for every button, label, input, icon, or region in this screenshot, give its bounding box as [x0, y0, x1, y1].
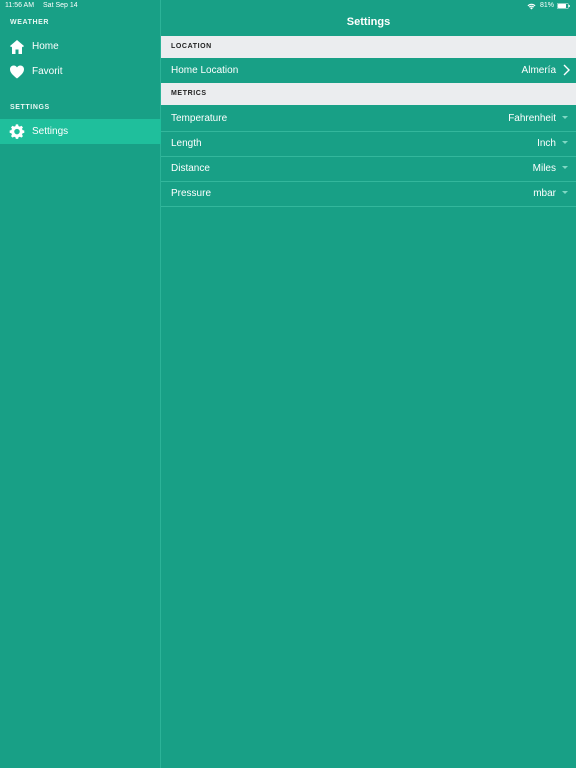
dropdown-caret-icon	[562, 141, 568, 144]
distance-label: Distance	[171, 163, 210, 174]
sidebar-item-label: Settings	[32, 126, 69, 137]
length-row[interactable]: Length Inch	[161, 131, 576, 156]
pressure-row[interactable]: Pressure mbar	[161, 181, 576, 206]
wifi-icon	[527, 3, 536, 9]
location-section-header: LOCATION	[161, 36, 576, 58]
pressure-value: mbar	[533, 188, 556, 199]
page-title: Settings	[346, 16, 391, 28]
sidebar-item-label: Home	[32, 41, 59, 52]
status-time: 11:56 AM	[5, 2, 35, 9]
sidebar-section-weather: WEATHER	[10, 19, 50, 26]
home-location-value: Almería	[521, 65, 556, 76]
chevron-right-icon	[563, 64, 570, 76]
gear-icon	[9, 123, 25, 139]
length-label: Length	[171, 138, 202, 149]
sidebar-item-favorit[interactable]: Favorit	[0, 59, 161, 84]
status-date: Sat Sep 14	[43, 2, 78, 9]
status-left: 11:56 AM Sat Sep 14	[5, 0, 85, 12]
distance-row[interactable]: Distance Miles	[161, 156, 576, 181]
home-location-row[interactable]: Home Location Almería	[161, 58, 576, 83]
row-divider	[161, 206, 576, 207]
temperature-row[interactable]: Temperature Fahrenheit	[161, 106, 576, 131]
battery-percent: 81%	[539, 2, 554, 9]
battery-icon	[557, 3, 570, 9]
pressure-label: Pressure	[171, 188, 212, 199]
dropdown-caret-icon	[562, 116, 568, 119]
dropdown-caret-icon	[562, 166, 568, 169]
heart-icon	[10, 65, 24, 78]
home-icon	[10, 39, 24, 54]
sidebar-item-home[interactable]: Home	[0, 34, 161, 59]
sidebar: WEATHER Home Favorit SETTINGS Settings	[0, 0, 161, 768]
distance-value: Miles	[532, 163, 556, 174]
dropdown-caret-icon	[562, 191, 568, 194]
status-right: 81%	[527, 0, 570, 12]
length-value: Inch	[537, 138, 556, 149]
sidebar-item-settings[interactable]: Settings	[0, 119, 161, 144]
metrics-section-header: METRICS	[161, 83, 576, 105]
temperature-label: Temperature	[171, 113, 228, 124]
status-bar: 11:56 AM Sat Sep 14 81%	[0, 0, 576, 12]
temperature-value: Fahrenheit	[508, 113, 556, 124]
home-location-label: Home Location	[171, 65, 239, 76]
settings-panel: Settings LOCATION Home Location Almería …	[161, 0, 576, 768]
sidebar-item-label: Favorit	[32, 66, 63, 77]
sidebar-section-settings: SETTINGS	[10, 104, 50, 111]
